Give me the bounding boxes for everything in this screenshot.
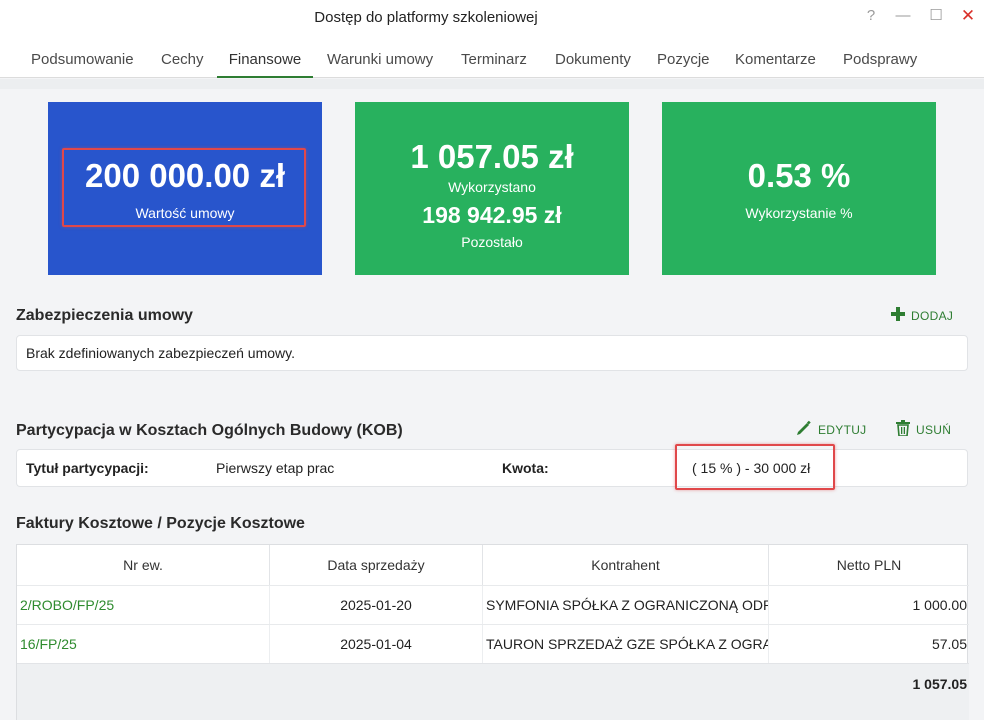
invoices-total: 1 057.05 [912, 676, 968, 692]
tab-bar: Podsumowanie Cechy Finansowe Warunki umo… [0, 34, 984, 78]
column-header-date[interactable]: Data sprzedaży [270, 545, 483, 585]
kob-title-value: Pierwszy etap prac [216, 460, 335, 476]
used-tile: 1 057.05 zł Wykorzystano 198 942.95 zł P… [355, 102, 629, 275]
minimize-icon[interactable]: — [893, 6, 913, 26]
invoice-number-link[interactable]: 16/FP/25 [17, 625, 270, 664]
edit-kob-button[interactable]: EDYTUJ [796, 420, 866, 439]
usage-percent-label: Wykorzystanie % [745, 205, 853, 221]
tab-pozycje[interactable]: Pozycje [657, 34, 710, 78]
securities-empty-text: Brak zdefiniowanych zabezpieczeń umowy. [26, 345, 295, 361]
edit-kob-label: EDYTUJ [818, 422, 867, 437]
invoice-contractor: SYMFONIA SPÓŁKA Z OGRANICZONĄ ODPOWIEDZI… [483, 586, 769, 625]
delete-kob-label: USUŃ [916, 422, 952, 437]
usage-percent-value: 0.53 % [747, 157, 851, 194]
help-icon[interactable]: ? [861, 6, 881, 26]
tab-terminarz[interactable]: Terminarz [461, 34, 527, 78]
column-header-contractor[interactable]: Kontrahent [483, 545, 769, 585]
invoices-title: Faktury Kosztowe / Pozycje Kosztowe [16, 515, 305, 532]
remaining-value: 198 942.95 zł [422, 202, 562, 228]
content-top-strip [0, 79, 984, 89]
tab-finansowe[interactable]: Finansowe [217, 34, 313, 78]
usage-percent-tile: 0.53 % Wykorzystanie % [662, 102, 936, 275]
used-value: 1 057.05 zł [410, 138, 574, 175]
invoice-contractor: TAURON SPRZEDAŻ GZE SPÓŁKA Z OGRANICZONĄ… [483, 625, 769, 664]
delete-kob-button[interactable]: USUŃ [896, 420, 951, 439]
securities-title: Zabezpieczenia umowy [16, 307, 193, 324]
column-header-net[interactable]: Netto PLN [769, 545, 969, 585]
window-title: Dostęp do platformy szkoleniowej [314, 9, 538, 26]
maximize-icon[interactable]: ☐ [926, 6, 946, 26]
invoice-net: 57.05 [931, 636, 967, 652]
kob-title: Partycypacja w Kosztach Ogólnych Budowy … [16, 422, 403, 439]
plus-icon [891, 307, 905, 324]
invoice-net: 1 000.00 [912, 597, 968, 613]
invoice-number-link[interactable]: 2/ROBO/FP/25 [17, 586, 270, 625]
close-icon[interactable]: ✕ [958, 6, 978, 26]
pencil-icon [796, 420, 812, 439]
add-security-label: DODAJ [911, 308, 954, 323]
tab-podsumowanie[interactable]: Podsumowanie [31, 34, 134, 78]
table-row[interactable]: 16/FP/25 2025-01-04 TAURON SPRZEDAŻ GZE … [17, 624, 969, 664]
tab-podsprawy[interactable]: Podsprawy [843, 34, 917, 78]
used-label: Wykorzystano [448, 179, 536, 195]
table-footer: 1 057.05 [17, 663, 969, 720]
tab-warunki-umowy[interactable]: Warunki umowy [327, 34, 433, 78]
kob-title-label: Tytuł partycypacji: [26, 460, 149, 476]
finance-content[interactable]: 200 000.00 zł Wartość umowy 1 057.05 zł … [0, 79, 984, 720]
tab-komentarze[interactable]: Komentarze [735, 34, 816, 78]
trash-icon [896, 420, 910, 439]
highlight-box [675, 444, 835, 490]
invoice-date: 2025-01-04 [270, 625, 483, 664]
tab-cechy[interactable]: Cechy [161, 34, 204, 78]
tab-dokumenty[interactable]: Dokumenty [555, 34, 631, 78]
remaining-label: Pozostało [461, 234, 523, 250]
add-security-button[interactable]: DODAJ [891, 307, 953, 324]
invoices-table: Nr ew. Data sprzedaży Kontrahent Netto P… [16, 544, 969, 720]
kob-amount-label: Kwota: [502, 460, 549, 476]
securities-panel: Brak zdefiniowanych zabezpieczeń umowy. [16, 335, 968, 371]
table-row[interactable]: 2/ROBO/FP/25 2025-01-20 SYMFONIA SPÓŁKA … [17, 585, 969, 625]
highlight-box [62, 148, 306, 227]
column-header-nr[interactable]: Nr ew. [17, 545, 270, 585]
invoice-date: 2025-01-20 [270, 586, 483, 625]
window-titlebar: Dostęp do platformy szkoleniowej ? — ☐ ✕ [0, 0, 984, 34]
